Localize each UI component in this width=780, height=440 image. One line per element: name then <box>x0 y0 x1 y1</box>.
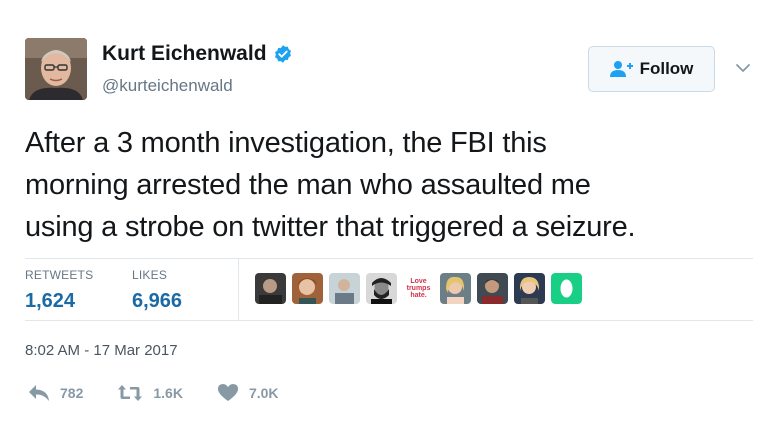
verified-badge-icon <box>274 45 291 63</box>
reply-icon <box>29 384 49 401</box>
liker-avatar[interactable] <box>514 273 545 304</box>
action-bar: 782 1.6K 7.0K <box>28 383 313 402</box>
liker-avatar[interactable] <box>551 273 582 304</box>
divider <box>25 320 753 321</box>
likes-label: LIKES <box>132 268 168 282</box>
tweet-text-line: using a strobe on twitter that triggered… <box>25 211 636 243</box>
liker-avatar[interactable]: Love trumps hate. <box>403 273 434 304</box>
follow-button-label: Follow <box>639 59 694 78</box>
likes-stat[interactable]: LIKES 6,966 <box>132 268 182 313</box>
follow-person-plus-icon <box>609 61 633 77</box>
divider <box>25 258 753 259</box>
tweet-text: After a 3 month investigation, the FBI t… <box>25 122 765 248</box>
liker-avatar[interactable] <box>366 273 397 304</box>
like-count: 7.0K <box>248 384 279 401</box>
retweets-stat[interactable]: RETWEETS 1,624 <box>25 268 93 313</box>
reply-count: 782 <box>60 384 84 401</box>
reply-button[interactable]: 782 <box>28 384 83 402</box>
retweets-value: 1,624 <box>25 290 76 312</box>
retweet-count: 1.6K <box>153 384 183 401</box>
display-name[interactable]: Kurt Eichenwald <box>102 42 267 66</box>
avatar[interactable] <box>25 38 87 100</box>
liker-avatar[interactable] <box>477 273 508 304</box>
tweet-text-line: After a 3 month investigation, the FBI t… <box>25 127 547 159</box>
tweet-text-line: morning arrested the man who assaulted m… <box>25 169 591 201</box>
liker-avatar[interactable] <box>329 273 360 304</box>
liker-avatars: Love trumps hate. <box>255 273 588 304</box>
heart-icon <box>217 384 238 401</box>
liker-avatar-text: Love trumps hate. <box>406 278 431 299</box>
user-name-row: Kurt Eichenwald <box>102 42 293 66</box>
likes-value: 6,966 <box>132 290 183 312</box>
liker-avatar[interactable] <box>292 273 323 304</box>
timestamp[interactable]: 8:02 AM - 17 Mar 2017 <box>25 342 178 359</box>
stats-divider <box>238 258 239 320</box>
avatar-portrait <box>25 38 87 100</box>
retweet-icon <box>118 384 143 401</box>
follow-button[interactable]: Follow <box>588 46 715 92</box>
liker-avatar[interactable] <box>255 273 286 304</box>
user-handle[interactable]: @kurteichenwald <box>102 76 233 96</box>
chevron-down-icon[interactable] <box>735 62 751 74</box>
retweet-button[interactable]: 1.6K <box>117 384 183 402</box>
like-button[interactable]: 7.0K <box>217 383 279 402</box>
liker-avatar[interactable] <box>440 273 471 304</box>
retweets-label: RETWEETS <box>25 268 94 282</box>
